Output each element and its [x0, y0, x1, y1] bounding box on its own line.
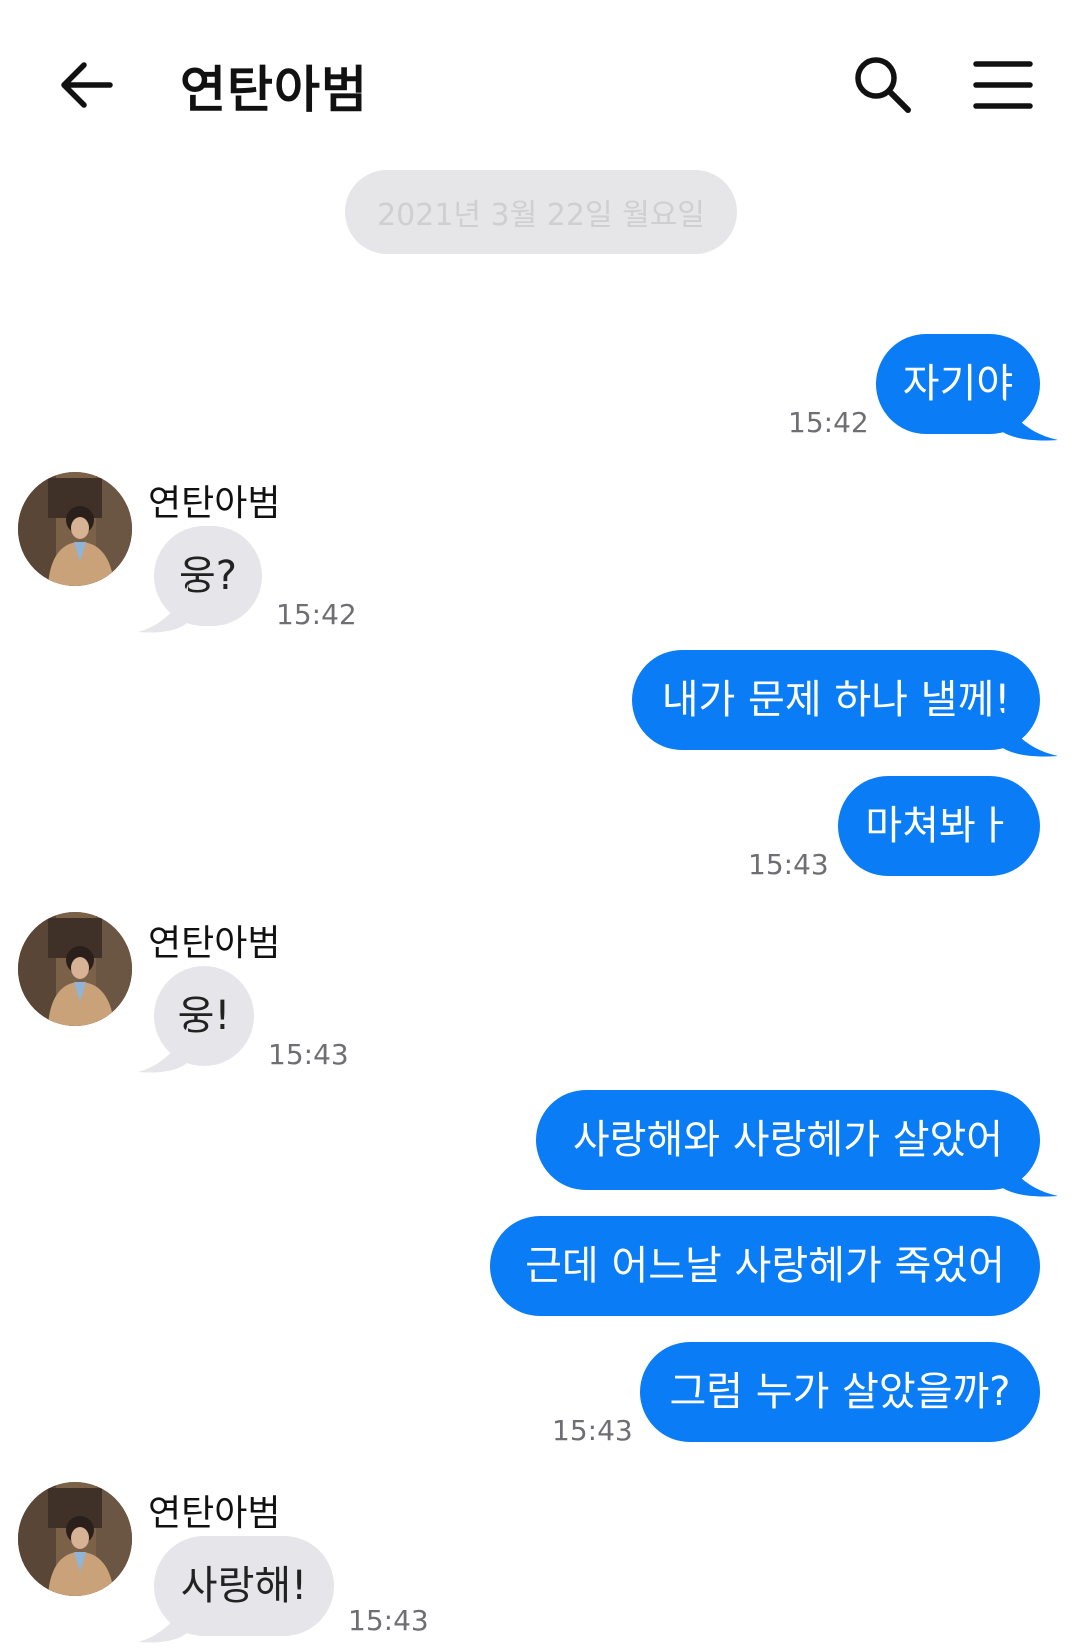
- avatar-photo: [18, 912, 132, 1026]
- search-button[interactable]: [848, 50, 918, 120]
- message-time: 15:43: [268, 1038, 349, 1071]
- chat-header: 연탄아범: [0, 0, 1080, 170]
- chat-screen: 연탄아범 2021년 3월 22일 월요일 자기야 15:42 연탄아범 웅? …: [0, 0, 1080, 1649]
- outgoing-message[interactable]: 사랑해와 사랑헤가 살았어: [536, 1090, 1040, 1190]
- contact-avatar[interactable]: [18, 472, 132, 586]
- sender-name: 연탄아범: [148, 483, 281, 524]
- message-time: 15:42: [788, 406, 869, 439]
- arrow-left-icon: [61, 62, 113, 108]
- search-icon: [855, 57, 911, 113]
- hamburger-menu-icon: [973, 61, 1033, 109]
- chat-title: 연탄아범: [180, 61, 368, 119]
- contact-avatar[interactable]: [18, 1482, 132, 1596]
- menu-button[interactable]: [968, 50, 1038, 120]
- message-time: 15:43: [348, 1604, 429, 1637]
- message-time: 15:43: [552, 1414, 633, 1447]
- avatar-photo: [18, 472, 132, 586]
- outgoing-message[interactable]: 내가 문제 하나 낼께!: [632, 650, 1040, 750]
- bubble-tail-outgoing: [1000, 1148, 1058, 1197]
- message-time: 15:42: [276, 598, 357, 631]
- back-button[interactable]: [52, 50, 122, 120]
- outgoing-message[interactable]: 마쳐봐ㅏ: [838, 776, 1040, 876]
- date-separator: 2021년 3월 22일 월요일: [345, 170, 737, 254]
- outgoing-message[interactable]: 그럼 누가 살았을까?: [640, 1342, 1040, 1442]
- message-time: 15:43: [748, 848, 829, 881]
- bubble-tail-incoming: [138, 1024, 188, 1073]
- bubble-tail-outgoing: [1000, 708, 1058, 757]
- bubble-tail-incoming: [138, 1594, 188, 1643]
- bubble-tail-incoming: [138, 584, 188, 633]
- contact-avatar[interactable]: [18, 912, 132, 1026]
- sender-name: 연탄아범: [148, 923, 281, 964]
- outgoing-message[interactable]: 근데 어느날 사랑헤가 죽었어: [490, 1216, 1040, 1316]
- bubble-tail-outgoing: [1000, 392, 1058, 441]
- avatar-photo: [18, 1482, 132, 1596]
- sender-name: 연탄아범: [148, 1493, 281, 1534]
